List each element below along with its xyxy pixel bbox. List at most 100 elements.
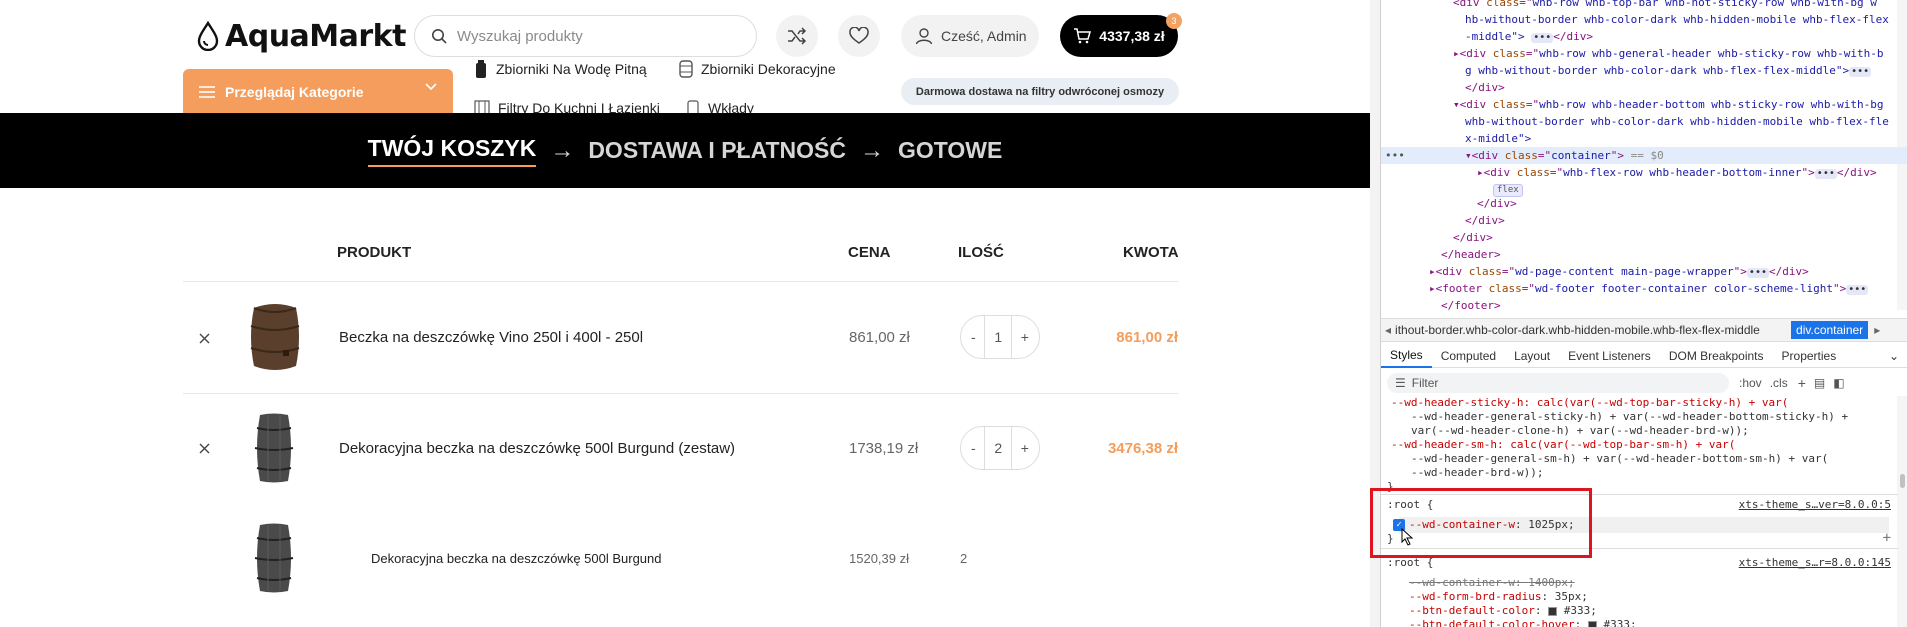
nav-link-label: Wkłady (708, 100, 754, 113)
css-decl: --btn-default-color-hover: #333; (1409, 618, 1637, 627)
arrow-right-icon: → (550, 136, 575, 164)
dom-close: </header> (1441, 248, 1501, 261)
close-icon (199, 333, 209, 343)
search-icon (432, 29, 447, 44)
barrel-icon (679, 60, 693, 78)
step-done: GOTOWE (898, 137, 1003, 163)
column-header-price: CENA (848, 244, 891, 261)
dom-breadcrumb: ◂ ithout-border.whb-color-dark.whb-hidde… (1381, 318, 1907, 342)
color-swatch[interactable] (1548, 606, 1558, 616)
remove-item-button[interactable] (195, 439, 213, 457)
qty-input[interactable]: 2 (984, 427, 1013, 469)
css-source-link[interactable]: xts-theme_s…r=8.0.0:145 (1739, 556, 1891, 569)
nav-link-cartridges[interactable]: Wkłady (686, 100, 754, 113)
logo[interactable]: AquaMarkt (197, 16, 406, 56)
add-rule-icon[interactable]: + (1798, 375, 1806, 391)
water-drop-icon (197, 21, 219, 51)
styles-scrollbar[interactable] (1897, 396, 1907, 627)
arrow-right-icon: → (860, 136, 884, 164)
css-decl: --wd-header-brd-w)); (1411, 466, 1544, 479)
nav-link-label: Zbiorniki Dekoracyjne (701, 61, 836, 77)
css-decl: --wd-header-sm-h: calc(var(--wd-top-bar-… (1391, 438, 1736, 451)
chevron-down-icon[interactable]: ⌄ (1880, 344, 1907, 368)
color-swatch[interactable] (1587, 620, 1597, 627)
dom-node-container[interactable]: ▾<div class="container"> == $0 (1465, 147, 1664, 164)
dom-text: x-middle"> (1465, 132, 1532, 145)
qty-plus-button[interactable]: + (1021, 329, 1029, 345)
filter-placeholder: Filter (1411, 376, 1439, 390)
chevron-left-icon[interactable]: ◂ (1381, 323, 1395, 337)
search-input[interactable] (457, 27, 727, 45)
tab-layout[interactable]: Layout (1505, 344, 1559, 368)
dom-node[interactable]: ▸<footer class="wd-footer footer-contain… (1429, 280, 1869, 297)
water-bottle-icon (476, 60, 486, 78)
search-box[interactable] (414, 15, 757, 57)
chevron-right-icon[interactable]: ▸ (1868, 323, 1886, 337)
css-decl: --btn-default-color: #333; (1409, 604, 1597, 617)
cls-toggle[interactable]: .cls (1770, 376, 1788, 390)
css-decl: --wd-form-brd-radius: 35px; (1409, 590, 1588, 603)
quantity-stepper: - 1 + (960, 315, 1040, 359)
shop-viewport: AquaMarkt Cześć, Admin 4337,38 zł 3 Prze… (0, 0, 1370, 627)
bundle-item-name: Dekoracyjna beczka na deszczówkę 500l Bu… (371, 551, 662, 566)
qty-input[interactable]: 1 (984, 316, 1013, 358)
remove-item-button[interactable] (195, 329, 213, 347)
user-greeting: Cześć, Admin (941, 28, 1027, 44)
step-shipping[interactable]: DOSTAWA I PŁATNOŚĆ (588, 137, 846, 164)
cart-total: 4337,38 zł (1099, 28, 1165, 44)
dom-node[interactable]: ▾<div class="whb-row whb-header-bottom w… (1453, 96, 1884, 113)
dom-node[interactable]: ▸<div class="whb-flex-row whb-header-bot… (1477, 164, 1877, 181)
qty-minus-button[interactable]: - (971, 440, 976, 456)
checkout-steps: TWÓJ KOSZYK → DOSTAWA I PŁATNOŚĆ → GOTOW… (0, 113, 1370, 188)
product-thumbnail[interactable] (254, 412, 294, 484)
nav-link-decorative-tanks[interactable]: Zbiorniki Dekoracyjne (679, 60, 836, 78)
product-thumbnail[interactable] (246, 302, 304, 372)
quantity-stepper: - 2 + (960, 426, 1040, 470)
dom-node[interactable]: <div class="whb-row whb-top-bar whb-not-… (1453, 0, 1877, 11)
tab-styles[interactable]: Styles (1381, 344, 1432, 368)
browse-categories-button[interactable]: Przeglądaj Kategorie (183, 69, 453, 115)
compare-button[interactable] (776, 15, 818, 57)
filter-icon: ☰ (1395, 376, 1406, 390)
cart-count-badge: 3 (1166, 13, 1182, 29)
dom-text: hb-without-border whb-color-dark whb-hid… (1465, 13, 1889, 26)
paint-icon[interactable]: ▤ (1814, 376, 1825, 390)
dom-node[interactable]: ▸<div class="wd-page-content main-page-w… (1429, 263, 1809, 280)
product-name-link[interactable]: Beczka na deszczówkę Vino 250l i 400l - … (339, 329, 643, 346)
tab-properties[interactable]: Properties (1773, 344, 1846, 368)
css-source-link[interactable]: xts-theme_s…ver=8.0.0:5 (1739, 498, 1891, 511)
sidebar-toggle-icon[interactable]: ◧ (1833, 376, 1844, 390)
close-icon (199, 443, 209, 453)
hov-toggle[interactable]: :hov (1739, 376, 1762, 390)
tab-dom-breakpoints[interactable]: DOM Breakpoints (1660, 344, 1773, 368)
tab-computed[interactable]: Computed (1432, 344, 1505, 368)
dom-row-ellipsis[interactable]: ••• (1385, 147, 1405, 164)
cart-button[interactable]: 4337,38 zł (1060, 15, 1178, 57)
dom-close: </div> (1465, 214, 1505, 227)
account-button[interactable]: Cześć, Admin (901, 15, 1039, 57)
qty-minus-button[interactable]: - (971, 329, 976, 345)
breadcrumb-path[interactable]: ithout-border.whb-color-dark.whb-hidden-… (1395, 323, 1785, 337)
add-declaration-icon[interactable]: + (1883, 530, 1891, 546)
breadcrumb-current[interactable]: div.container (1791, 321, 1869, 339)
styles-scrollbar-thumb[interactable] (1900, 474, 1905, 488)
divider (183, 281, 1178, 282)
css-selector-root[interactable]: :root { (1387, 556, 1433, 570)
nav-link-drinking-water-tanks[interactable]: Zbiorniki Na Wodę Pitną (474, 60, 647, 78)
line-total: 861,00 zł (1116, 329, 1178, 346)
cart-icon (1074, 28, 1092, 44)
nav-link-kitchen-filters[interactable]: Filtry Do Kuchni I Łazienki (474, 100, 660, 113)
highlight-annotation (1370, 488, 1592, 558)
step-cart[interactable]: TWÓJ KOSZYK (367, 135, 537, 167)
tab-event-listeners[interactable]: Event Listeners (1559, 344, 1660, 368)
dom-close: </footer> (1441, 299, 1501, 312)
filter-input[interactable]: ☰ Filter (1387, 373, 1729, 393)
product-name-link[interactable]: Dekoracyjna beczka na deszczówkę 500l Bu… (339, 440, 735, 457)
column-header-product: PRODUKT (337, 244, 412, 261)
qty-plus-button[interactable]: + (1021, 440, 1029, 456)
dom-node[interactable]: ▸<div class="whb-row whb-general-header … (1453, 45, 1884, 62)
promo-badge: Darmowa dostawa na filtry odwróconej osm… (901, 78, 1179, 105)
cartridge-icon (687, 100, 699, 113)
shuffle-icon (788, 27, 807, 45)
wishlist-button[interactable] (838, 15, 880, 57)
